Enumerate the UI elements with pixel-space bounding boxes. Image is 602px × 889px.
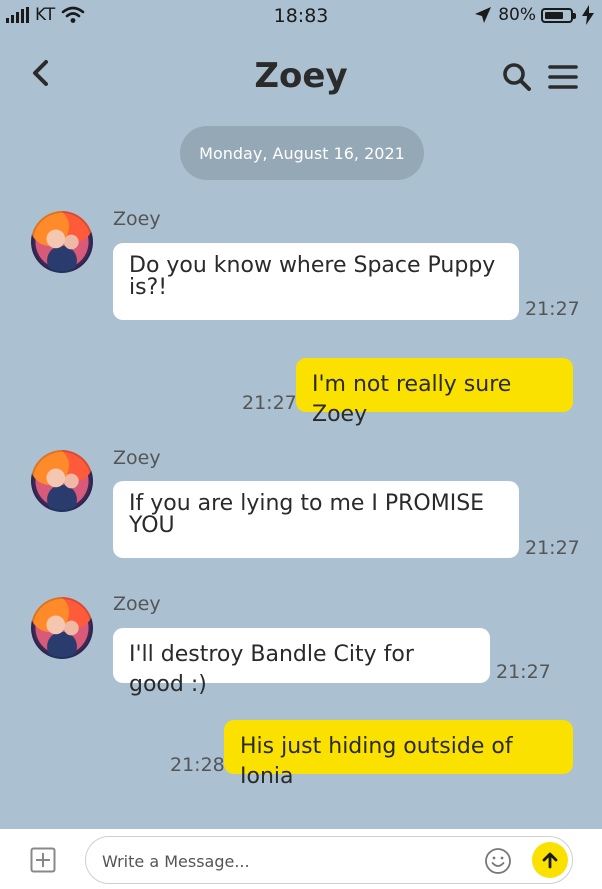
avatar[interactable] [31,211,93,273]
composer-bar [0,829,602,889]
message-bubble-incoming[interactable]: I'll destroy Bandle City for good :) [113,628,490,697]
chat-header: Zoey [0,46,602,106]
message-line: I'll destroy Bandle City for good :) [129,642,414,697]
add-attachment-icon[interactable] [30,847,56,873]
search-icon[interactable] [500,60,534,94]
location-arrow-icon [475,7,492,23]
avatar[interactable] [31,597,93,659]
menu-icon[interactable] [546,60,580,94]
message-time: 21:27 [242,392,297,414]
sender-name: Zoey [113,447,161,469]
battery-fill [545,11,564,19]
sender-name: Zoey [113,208,161,230]
charging-bolt-icon [582,5,594,25]
message-bubble-outgoing[interactable]: His just hiding outside of Ionia [224,720,573,789]
message-line: His just hiding outside of Ionia [240,734,513,789]
message-time: 21:27 [525,537,580,559]
message-input[interactable] [100,847,464,875]
message-bubble-outgoing[interactable]: I'm not really sure Zoey [296,358,573,427]
message-line: I'm not really sure Zoey [312,372,512,427]
message-input-wrapper [85,836,573,884]
message-bubble-incoming[interactable]: If you are lying to me I PROMISE YOU [113,481,519,558]
message-line: If you are lying to me I PROMISE [129,491,485,516]
arrow-up-icon [542,852,558,869]
message-line: Do you know where Space Puppy [129,253,496,278]
sender-name: Zoey [113,593,161,615]
message-time: 21:27 [525,298,580,320]
status-right: 80% [473,5,594,25]
message-bubble-incoming[interactable]: Do you know where Space Puppy is?! [113,243,519,320]
emoji-icon[interactable] [484,847,512,875]
send-button[interactable] [532,842,568,878]
date-divider: Monday, August 16, 2021 [180,126,424,180]
battery-percent: 80% [498,5,536,25]
message-time: 21:27 [496,661,551,683]
message-line: YOU [129,513,175,538]
battery-icon [541,7,576,23]
message-line: is?! [129,275,168,300]
avatar[interactable] [31,450,93,512]
status-bar: KT 18:83 80% [0,0,602,34]
message-time: 21:28 [170,754,225,776]
